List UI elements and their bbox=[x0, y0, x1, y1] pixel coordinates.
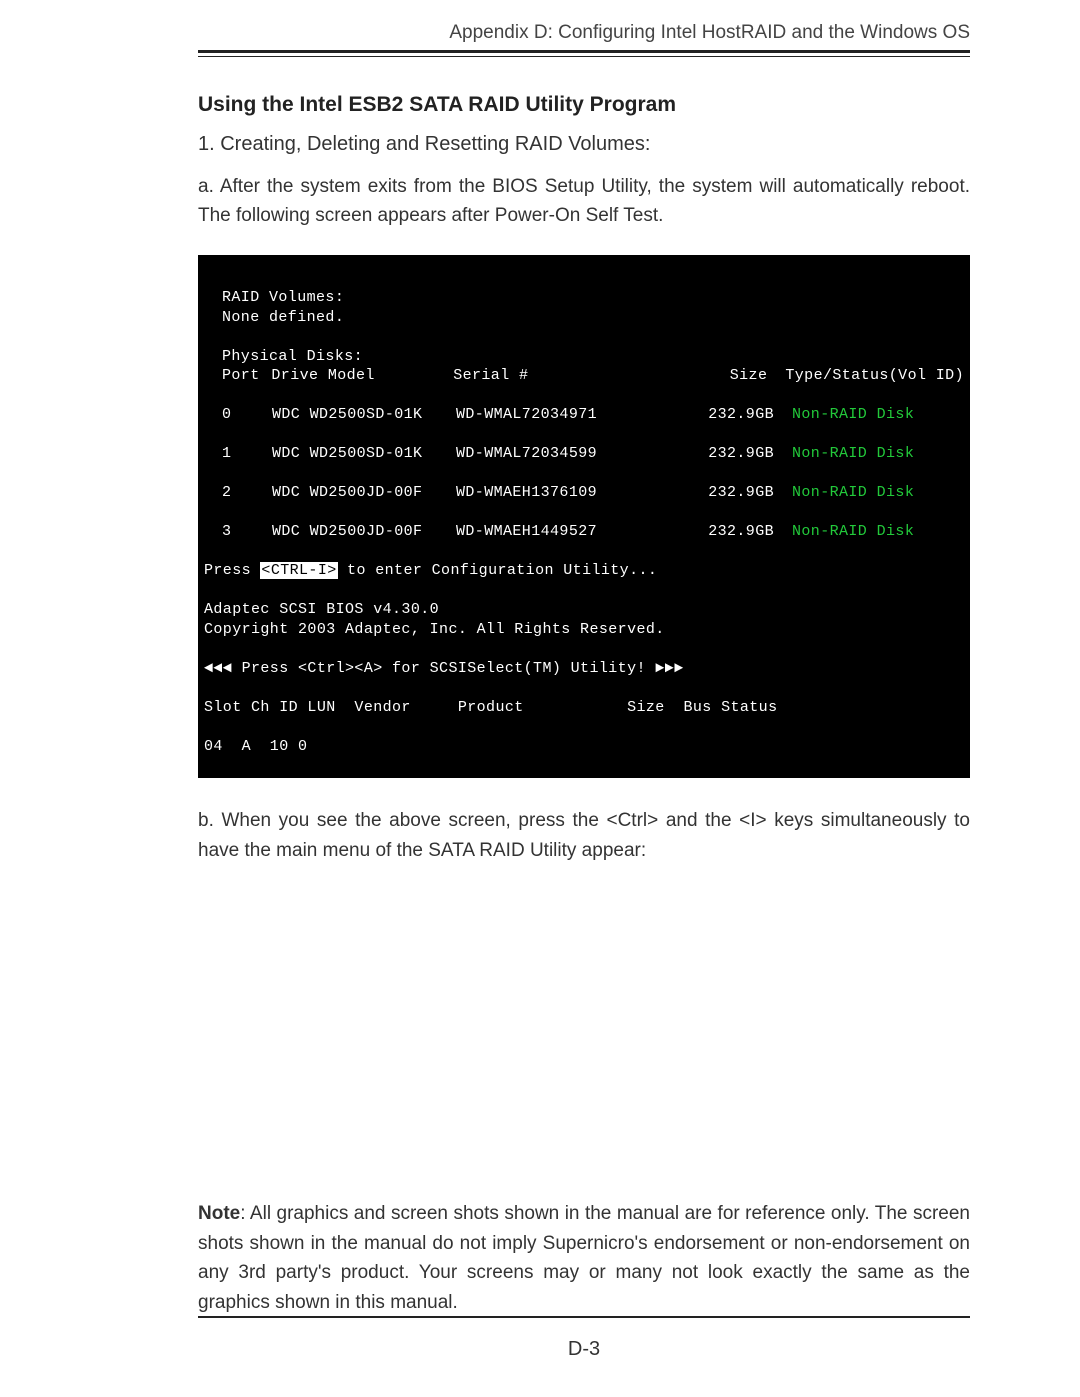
disk-header-row: PortDrive ModelSerial #SizeType/Status(V… bbox=[222, 366, 964, 386]
scsiselect-line: ◄◄◄ Press <Ctrl><A> for SCSISelect(TM) U… bbox=[204, 660, 683, 677]
header-text: Appendix D: Configuring Intel HostRAID a… bbox=[198, 22, 970, 50]
press-ctrl-i-line: Press <CTRL-I> to enter Configuration Ut… bbox=[204, 562, 657, 579]
page-content: Using the Intel ESB2 SATA RAID Utility P… bbox=[198, 93, 970, 1317]
disk-row: 2WDC WD2500JD-00FWD-WMAEH1376109232.9GBN… bbox=[222, 483, 964, 503]
terminal-screenshot: RAID Volumes: None defined. Physical Dis… bbox=[198, 255, 970, 779]
footer-rule bbox=[198, 1316, 970, 1318]
disk-row: 3WDC WD2500JD-00FWD-WMAEH1449527232.9GBN… bbox=[222, 522, 964, 542]
adaptec-bios-line: Adaptec SCSI BIOS v4.30.0 bbox=[204, 601, 439, 618]
step-b-text: b. When you see the above screen, press … bbox=[198, 806, 970, 865]
scsi-header-row: Slot Ch ID LUN Vendor Product Size Bus S… bbox=[204, 699, 778, 716]
physical-disks-label: Physical Disks: bbox=[222, 348, 363, 365]
page-number: D-3 bbox=[198, 1338, 970, 1361]
step-a-text: a. After the system exits from the BIOS … bbox=[198, 172, 970, 231]
disk-row: 1WDC WD2500SD-01KWD-WMAL72034599232.9GBN… bbox=[222, 444, 964, 464]
raid-volumes-label: RAID Volumes: bbox=[222, 289, 344, 306]
note-label: Note bbox=[198, 1203, 240, 1224]
blank-space bbox=[198, 889, 970, 1199]
section-heading: Using the Intel ESB2 SATA RAID Utility P… bbox=[198, 93, 970, 117]
note-paragraph: Note: All graphics and screen shots show… bbox=[198, 1199, 970, 1317]
header-rule bbox=[198, 50, 970, 57]
disk-row: 0WDC WD2500SD-01KWD-WMAL72034971232.9GBN… bbox=[222, 405, 964, 425]
document-page: Appendix D: Configuring Intel HostRAID a… bbox=[0, 0, 1080, 1397]
adaptec-copyright-line: Copyright 2003 Adaptec, Inc. All Rights … bbox=[204, 621, 665, 638]
scsi-data-row: 04 A 10 0 bbox=[204, 738, 307, 755]
page-footer: D-3 bbox=[198, 1316, 970, 1361]
raid-volumes-value: None defined. bbox=[222, 309, 344, 326]
note-text: : All graphics and screen shots shown in… bbox=[198, 1203, 970, 1312]
page-header: Appendix D: Configuring Intel HostRAID a… bbox=[198, 22, 970, 57]
step-1: 1. Creating, Deleting and Resetting RAID… bbox=[198, 133, 970, 156]
ctrl-i-key: <CTRL-I> bbox=[260, 562, 337, 579]
